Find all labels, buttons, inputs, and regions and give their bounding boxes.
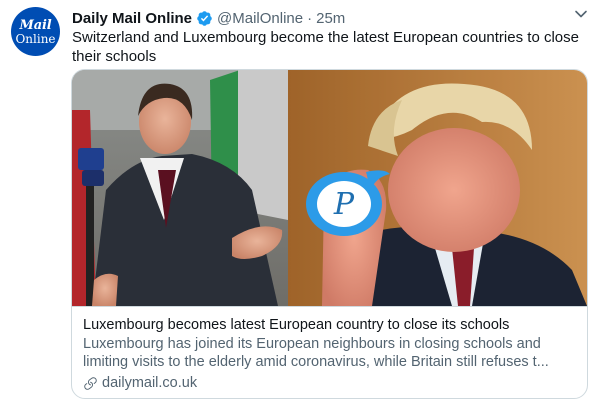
timestamp[interactable]: 25m: [316, 10, 345, 27]
avatar[interactable]: Mail Online: [11, 7, 60, 56]
card-body[interactable]: Luxembourg becomes latest European count…: [72, 306, 587, 398]
verified-badge-icon: [197, 10, 212, 26]
tweet[interactable]: Mail Online Daily Mail Online @MailOnlin…: [0, 0, 603, 403]
display-name[interactable]: Daily Mail Online: [72, 10, 192, 27]
link-icon: [84, 376, 97, 390]
avatar-text-online: Online: [15, 31, 56, 46]
caret-down-icon[interactable]: [573, 6, 589, 22]
avatar-text-mail: Mail: [19, 17, 52, 33]
card-link[interactable]: dailymail.co.uk: [83, 375, 575, 391]
link-card[interactable]: P Luxembourg becomes latest European cou…: [71, 69, 588, 399]
tweet-text: Switzerland and Luxembourg become the la…: [72, 29, 579, 65]
separator-dot: ·: [307, 9, 313, 27]
card-description-line-1: Luxembourg has joined its European neigh…: [83, 336, 541, 352]
card-title[interactable]: Luxembourg becomes latest European count…: [83, 316, 575, 334]
card-description: Luxembourg has joined its European neigh…: [83, 335, 575, 371]
bird-logo-icon: P: [306, 170, 390, 236]
watermark-letter: P: [333, 187, 355, 222]
card-domain[interactable]: dailymail.co.uk: [102, 375, 197, 391]
tweet-header: Daily Mail Online @MailOnline · 25m: [72, 8, 345, 28]
handle[interactable]: @MailOnline: [217, 10, 303, 27]
card-description-line-2: limiting visits to the elderly amid coro…: [83, 354, 549, 370]
